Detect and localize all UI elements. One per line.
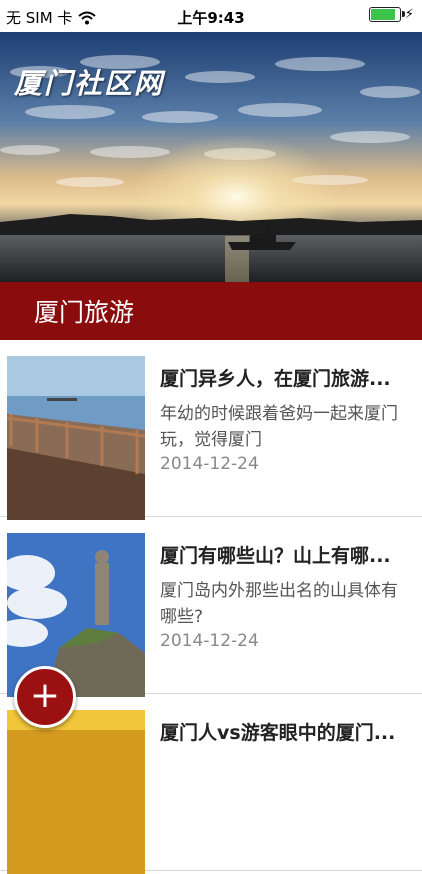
brand-logo: 厦门社区网 (14, 67, 165, 100)
battery-icon (368, 7, 405, 22)
article-title: 厦门异乡人，在厦门旅游... (160, 368, 391, 390)
article-date: 2014-12-24 (160, 454, 259, 474)
list-item[interactable]: 厦门异乡人，在厦门旅游... 年幼的时候跟着爸妈一起来厦门玩，觉得厦门 2014… (0, 340, 422, 520)
charging-icon: ⚡ (404, 7, 414, 22)
status-bar: 无 SIM 卡 上午9:43 ⚡ (0, 0, 422, 32)
article-desc: 年幼的时候跟着爸妈一起来厦门玩，觉得厦门 (160, 404, 398, 450)
hero-banner: 厦门社区网 (0, 32, 422, 282)
status-right: ⚡ (368, 7, 414, 22)
add-button[interactable]: + (14, 666, 76, 728)
article-thumbnail (7, 356, 145, 520)
article-date: 2014-12-24 (160, 631, 259, 651)
article-title: 厦门有哪些山？山上有哪... (160, 545, 391, 567)
section-title: 厦门旅游 (34, 298, 135, 327)
plus-icon: + (29, 674, 61, 716)
status-time: 上午9:43 (177, 9, 245, 27)
article-thumbnail (7, 710, 145, 874)
article-title: 厦门人vs游客眼中的厦门... (160, 722, 396, 744)
section-header: 厦门旅游 (0, 282, 422, 340)
article-list: 厦门异乡人，在厦门旅游... 年幼的时候跟着爸妈一起来厦门玩，觉得厦门 2014… (0, 340, 422, 874)
list-item[interactable]: 厦门有哪些山？山上有哪... 厦门岛内外那些出名的山具体有哪些? 2014-12… (0, 517, 422, 697)
article-desc: 厦门岛内外那些出名的山具体有哪些? (160, 581, 398, 627)
